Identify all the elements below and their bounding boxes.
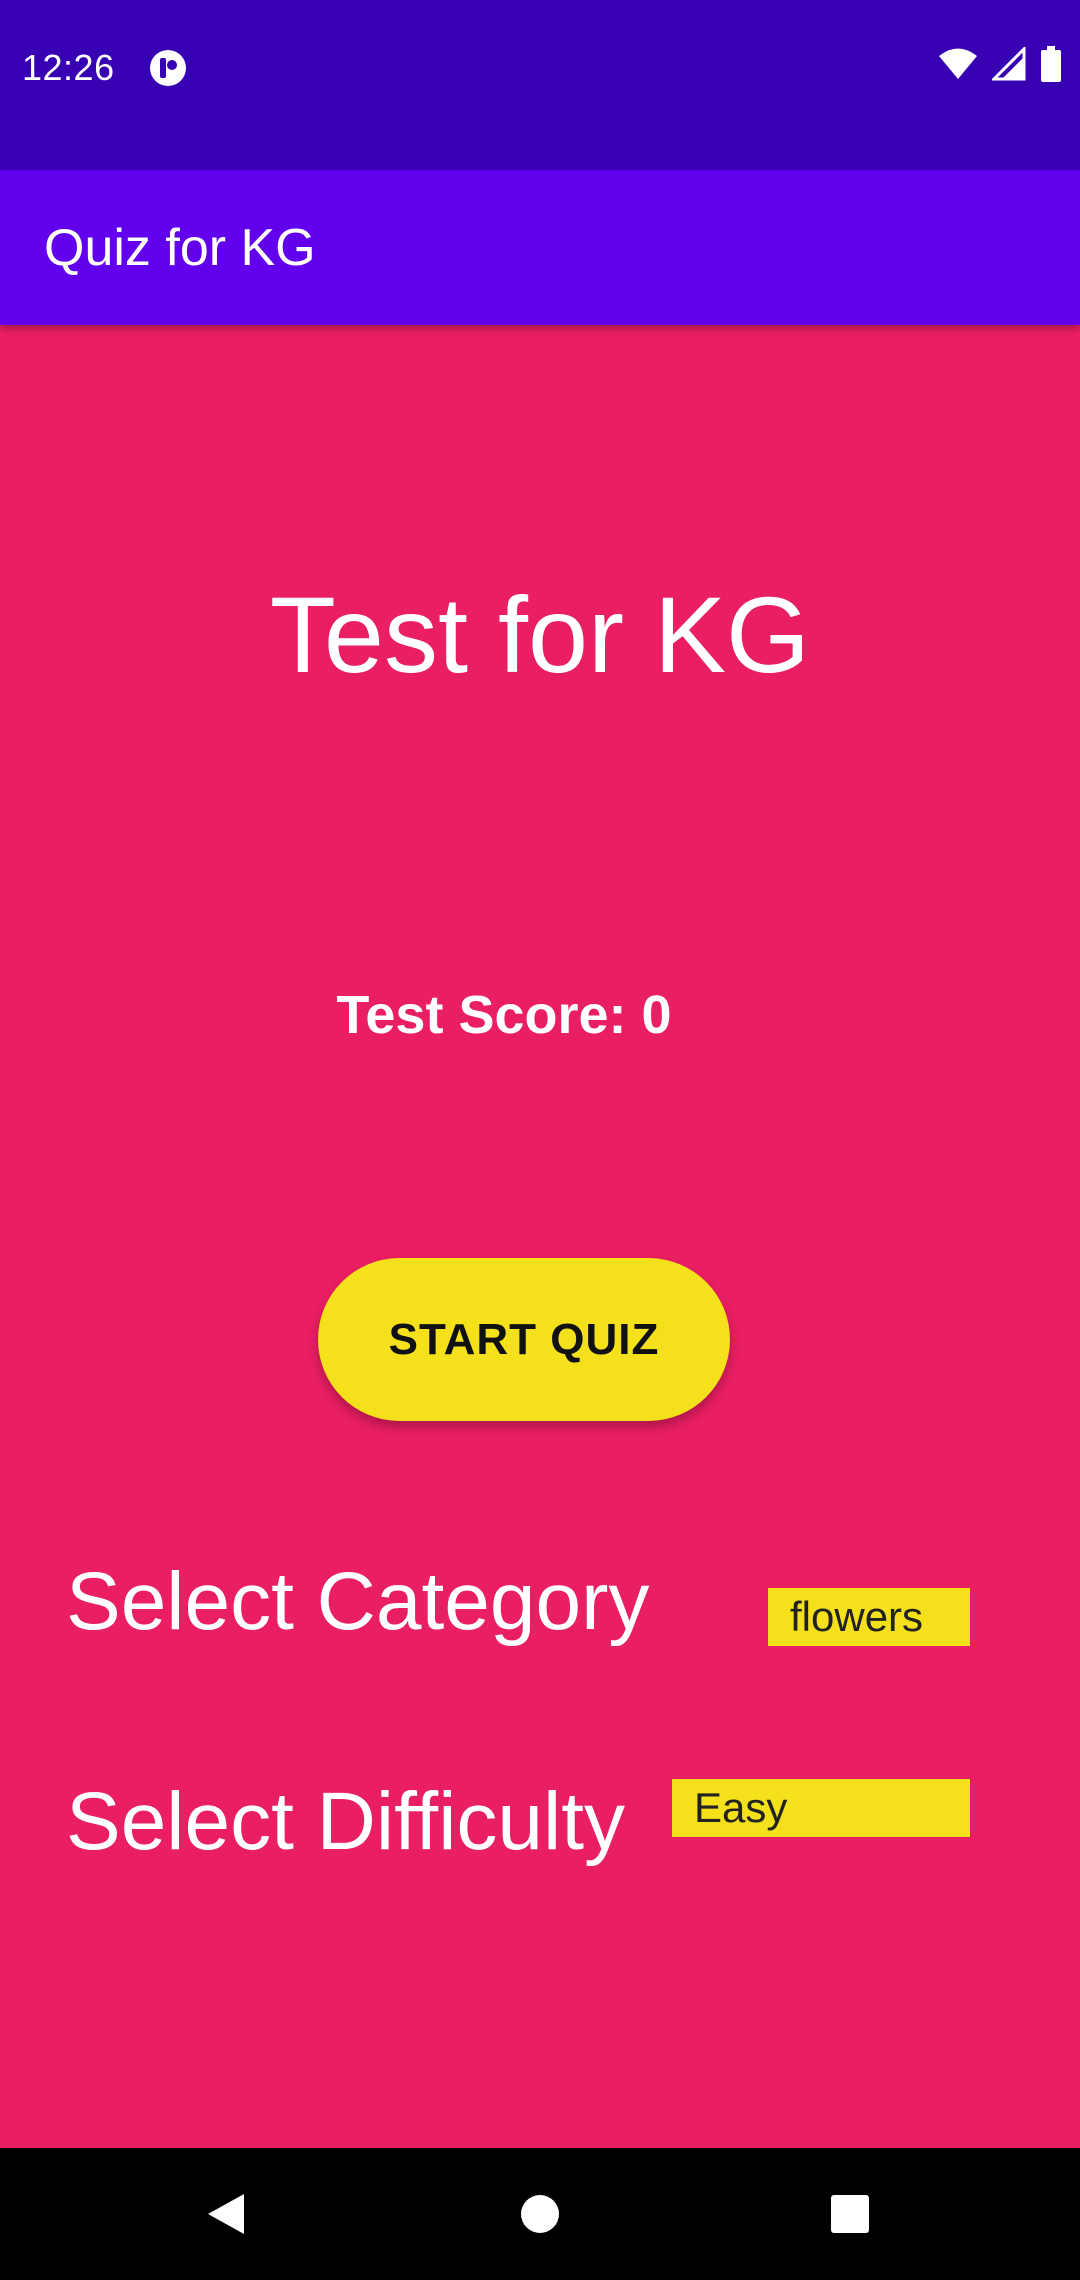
home-icon[interactable] (520, 2194, 560, 2239)
start-quiz-button[interactable]: START QUIZ (318, 1258, 730, 1421)
difficulty-label: Select Difficulty (66, 1776, 626, 1867)
cell-signal-icon (990, 44, 1026, 86)
page-heading: Test for KG (269, 574, 811, 695)
recents-icon[interactable] (830, 2194, 870, 2239)
category-label: Select Category (66, 1556, 650, 1647)
status-icons (938, 44, 1062, 87)
test-score: Test Score: 0 (336, 985, 672, 1045)
difficulty-dropdown[interactable]: Easy (672, 1779, 970, 1837)
app-title: Quiz for KG (44, 218, 316, 277)
screen: 12:26 Quiz for KG Test for KG Test Score… (0, 0, 1080, 2280)
wifi-icon (938, 47, 978, 86)
status-time: 12:26 (22, 47, 115, 88)
category-dropdown[interactable]: flowers (768, 1588, 970, 1646)
status-bar: 12:26 (0, 0, 1080, 170)
battery-icon (1040, 45, 1062, 87)
navigation-bar (0, 2148, 1080, 2280)
back-icon[interactable] (204, 2190, 248, 2243)
app-bar: Quiz for KG (0, 170, 1080, 325)
app-notification-icon (148, 48, 188, 88)
